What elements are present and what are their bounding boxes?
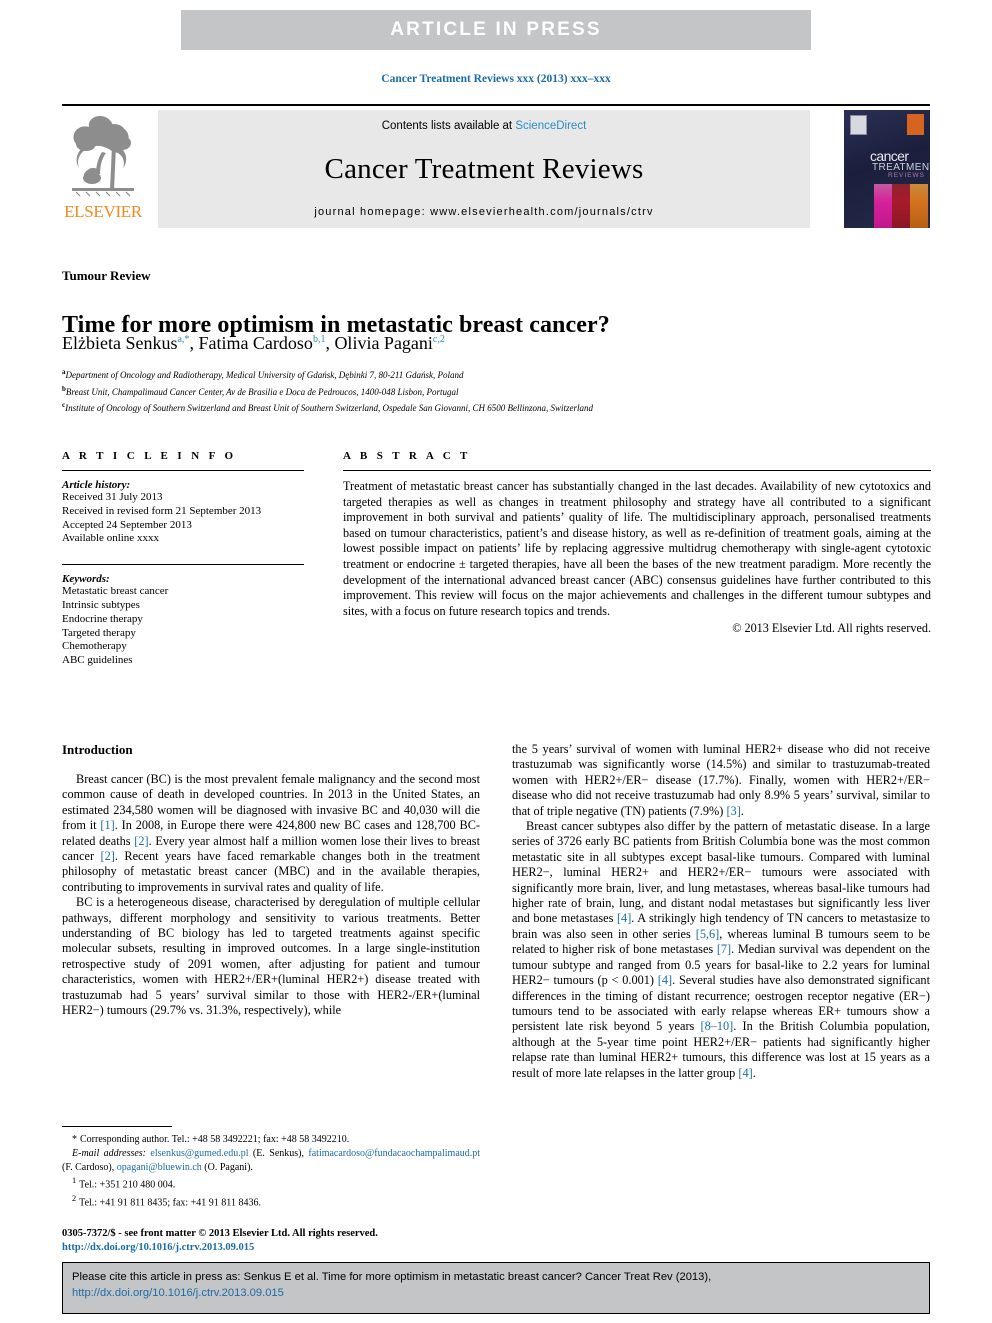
affiliation-item: cInstitute of Oncology of Southern Switz… [62,399,862,416]
elsevier-logo: ELSEVIER [62,110,144,228]
abstract-copyright: © 2013 Elsevier Ltd. All rights reserved… [732,621,931,636]
body-paragraph: Breast cancer (BC) is the most prevalent… [62,772,481,894]
cite-text: Please cite this article in press as: Se… [72,1269,920,1301]
keyword-item: Chemotherapy [62,640,127,653]
cover-swatch-magenta [874,184,892,228]
footnotes-block: * Corresponding author. Tel.: +48 58 3492… [62,1126,480,1210]
footnote-corresponding-author: * Corresponding author. Tel.: +48 58 3492… [62,1133,480,1147]
citation-ref[interactable]: [4] [658,973,672,987]
footnote-mark: * [72,1134,77,1146]
footnote-text: Tel.: +351 210 480 004. [79,1179,176,1191]
footnote-text: Corresponding author. Tel.: +48 58 34922… [80,1134,350,1146]
email-link[interactable]: elsenkus@gumed.edu.pl [150,1148,248,1159]
elsevier-wordmark: ELSEVIER [64,202,142,221]
email-link[interactable]: opagani@bluewin.ch [117,1162,202,1173]
abstract-rule [343,470,931,471]
affiliation-item: bBreast Unit, Champalimaud Cancer Center… [62,383,862,400]
citation-ref[interactable]: [7] [717,942,731,956]
keyword-item: Metastatic breast cancer [62,585,169,598]
citation-ref[interactable]: [8–10] [700,1019,733,1033]
cover-orange-block [907,114,924,135]
introduction-heading: Introduction [62,742,133,757]
keyword-item: Targeted therapy [62,626,136,639]
keywords-label: Keywords: [62,573,110,586]
cover-badge-icon [850,115,867,135]
email-owner: (F. Cardoso) [62,1161,112,1173]
citation-ref[interactable]: [3] [726,804,740,818]
citation-ref[interactable]: [5,6] [696,927,720,941]
masthead-center-panel: Contents lists available at ScienceDirec… [158,110,810,228]
abstract-text: Treatment of metastatic breast cancer ha… [343,479,931,618]
citation-ref[interactable]: [4] [738,1066,752,1080]
footnote-note: 1 Tel.: +351 210 480 004. [62,1174,480,1192]
body-column-left: Introduction Breast cancer (BC) is the m… [62,742,480,1019]
author-marks: a,* [177,334,190,345]
affiliation-list: aDepartment of Oncology and Radiotherapy… [62,366,862,416]
author-marks: b,1 [312,334,326,345]
footnote-emails: E-mail addresses: elsenkus@gumed.edu.pl … [62,1147,481,1173]
article-history-item: Accepted 24 September 2013 [62,518,192,531]
sciencedirect-link[interactable]: ScienceDirect [515,120,586,132]
journal-masthead: ELSEVIER Contents lists available at Sci… [62,104,930,232]
email-link[interactable]: fatimacardoso@fundacaochampalimaud.pt [308,1148,480,1159]
citation-ref[interactable]: [1] [100,818,114,832]
doi-link[interactable]: http://dx.doi.org/10.1016/j.ctrv.2013.09… [62,1241,492,1255]
cite-this-article-box: Please cite this article in press as: Se… [62,1262,930,1314]
author-name: Fatima Cardoso [198,333,313,353]
affiliation-item: aDepartment of Oncology and Radiotherapy… [62,366,862,383]
affiliation-text: Breast Unit, Champalimaud Cancer Center,… [65,386,459,397]
email-owner: (E. Senkus) [252,1147,302,1159]
contents-line: Contents lists available at ScienceDirec… [382,120,587,132]
keyword-item: ABC guidelines [62,654,133,667]
footnote-text: Tel.: +41 91 811 8435; fax: +41 91 811 8… [79,1197,261,1209]
body-paragraph: BC is a heterogeneous disease, character… [62,895,480,1018]
journal-title: Cancer Treatment Reviews [324,152,644,185]
author-marks: c,2 [432,334,445,345]
cover-title-line3: REVIEWS [888,172,925,179]
article-info-rule [62,470,304,471]
cover-swatch-orange [910,184,928,228]
footnote-rule [62,1126,172,1128]
article-history-item: Available online xxxx [62,532,159,545]
contents-prefix: Contents lists available at [381,120,516,132]
footnote-note: 2 Tel.: +41 91 811 8435; fax: +41 91 811 … [62,1192,480,1210]
article-in-press-label: ARTICLE IN PRESS [390,19,602,40]
keyword-item: Intrinsic subtypes [62,598,140,611]
body-column-right: the 5 years’ survival of women with lumi… [512,742,930,1081]
article-in-press-banner: ARTICLE IN PRESS [181,10,811,50]
article-history-item: Received in revised form 21 September 20… [62,504,262,517]
abstract-column: A B S T R A C T Treatment of metastatic … [343,450,931,636]
article-history-label: Article history: [62,479,131,491]
body-paragraph: the 5 years’ survival of women with lumi… [512,742,930,818]
affiliation-text: Department of Oncology and Radiotherapy,… [65,370,464,380]
keywords-rule [62,564,304,566]
keyword-item: Endocrine therapy [62,612,143,625]
article-section-label: Tumour Review [62,268,151,283]
abstract-heading: A B S T R A C T [343,450,471,462]
journal-homepage[interactable]: journal homepage: www.elsevierhealth.com… [314,206,653,218]
body-paragraph: Breast cancer subtypes also differ by th… [512,819,931,1080]
elsevier-tree-icon [72,116,134,197]
article-info-column: A R T I C L E I N F O Article history: R… [62,450,304,668]
cover-swatch-red [892,184,910,228]
email-owner: (O. Pagani) [204,1161,251,1173]
cite-doi-link[interactable]: http://dx.doi.org/10.1016/j.ctrv.2013.09… [72,1287,284,1299]
running-head: Cancer Treatment Reviews xxx (2013) xxx–… [381,73,611,85]
issn-line: 0305-7372/$ - see front matter © 2013 El… [62,1228,378,1239]
article-info-heading: A R T I C L E I N F O [62,450,237,462]
author-name: Elżbieta Senkus [62,333,178,353]
issn-doi-block: 0305-7372/$ - see front matter © 2013 El… [62,1227,492,1255]
author-list: Elżbieta Senkusa,*, Fatima Cardosob,1, O… [62,333,445,353]
citation-ref[interactable]: [4] [617,911,631,925]
citation-ref[interactable]: [2] [101,849,115,863]
masthead-top-rule [62,104,930,106]
citation-ref[interactable]: [2] [134,834,148,848]
article-history-item: Received 31 July 2013 [62,491,163,503]
journal-cover-thumbnail: cancer TREATMENT REVIEWS [844,110,930,228]
affiliation-text: Institute of Oncology of Southern Switze… [65,403,594,413]
email-label: E-mail addresses: [72,1147,147,1159]
cite-prefix: Please cite this article in press as: Se… [72,1271,712,1283]
author-name: Olivia Pagani [334,333,433,353]
